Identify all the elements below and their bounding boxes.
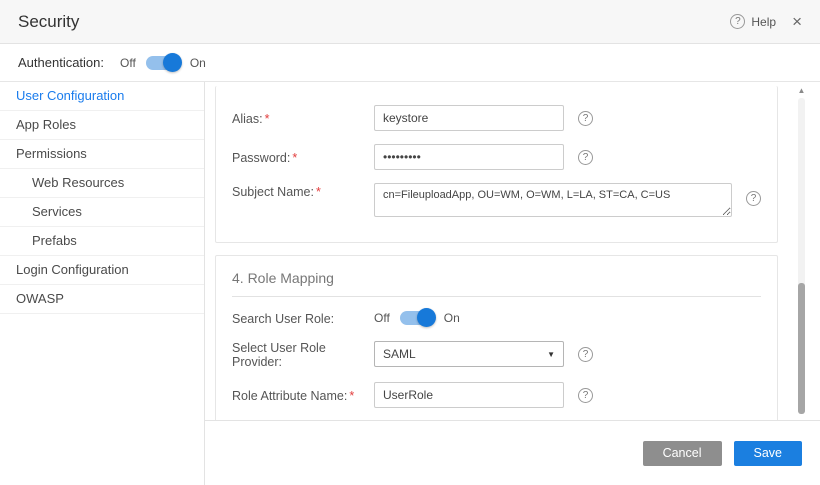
subject-name-row: Subject Name:* cn=FileuploadApp, OU=WM, … xyxy=(232,183,761,217)
sidebar-item-owasp[interactable]: OWASP xyxy=(0,285,204,314)
selected-provider-value: SAML xyxy=(383,347,416,361)
action-footer: Cancel Save xyxy=(205,421,820,485)
close-icon[interactable]: × xyxy=(792,13,802,30)
security-window: Security ? Help × Authentication: Off On… xyxy=(0,0,820,485)
sidebar-item-user-configuration[interactable]: User Configuration xyxy=(0,82,204,111)
sidebar-item-permissions[interactable]: Permissions xyxy=(0,140,204,169)
content-area: Alias:* ? Password:* ? Subject Name:* cn… xyxy=(205,82,820,485)
auth-off-label: Off xyxy=(120,56,136,70)
authentication-toggle[interactable] xyxy=(146,56,180,70)
toggle-knob xyxy=(417,308,436,327)
alias-help-icon[interactable]: ? xyxy=(578,111,593,126)
sidebar-item-services[interactable]: Services xyxy=(0,198,204,227)
sidebar-item-app-roles[interactable]: App Roles xyxy=(0,111,204,140)
role-provider-row: Select User Role Provider: SAML ▼ ? xyxy=(232,339,761,369)
toggle-knob xyxy=(163,53,182,72)
password-row: Password:* ? xyxy=(232,144,761,170)
scrollbar-thumb[interactable] xyxy=(798,283,805,414)
role-attribute-help-icon[interactable]: ? xyxy=(578,388,593,403)
help-label: Help xyxy=(751,15,776,29)
sidebar: User Configuration App Roles Permissions… xyxy=(0,82,205,485)
sidebar-item-prefabs[interactable]: Prefabs xyxy=(0,227,204,256)
page-title: Security xyxy=(18,12,79,32)
subject-name-textarea[interactable]: cn=FileuploadApp, OU=WM, O=WM, L=LA, ST=… xyxy=(374,183,732,217)
role-attribute-input[interactable] xyxy=(374,382,564,408)
search-role-off-label: Off xyxy=(374,311,390,325)
user-role-provider-select[interactable]: SAML ▼ xyxy=(374,341,564,367)
search-role-on-label: On xyxy=(444,311,460,325)
required-marker: * xyxy=(316,185,321,199)
window-header: Security ? Help × xyxy=(0,0,820,44)
required-marker: * xyxy=(349,389,354,403)
alias-input[interactable] xyxy=(374,105,564,131)
authentication-bar: Authentication: Off On xyxy=(0,44,820,82)
auth-on-label: On xyxy=(190,56,206,70)
certificate-panel: Alias:* ? Password:* ? Subject Name:* cn… xyxy=(215,86,778,243)
role-attribute-label: Role Attribute Name:* xyxy=(232,387,374,403)
vertical-scrollbar: ▲ xyxy=(797,86,806,414)
chevron-down-icon: ▼ xyxy=(547,350,555,359)
form-scroll-area: Alias:* ? Password:* ? Subject Name:* cn… xyxy=(205,82,820,421)
password-help-icon[interactable]: ? xyxy=(578,150,593,165)
subject-name-label: Subject Name:* xyxy=(232,183,374,199)
role-mapping-panel: 4. Role Mapping Search User Role: Off On… xyxy=(215,255,778,421)
alias-row: Alias:* ? xyxy=(232,105,761,131)
role-provider-help-icon[interactable]: ? xyxy=(578,347,593,362)
required-marker: * xyxy=(265,112,270,126)
cancel-button[interactable]: Cancel xyxy=(643,441,722,466)
alias-label: Alias:* xyxy=(232,110,374,126)
scroll-up-icon[interactable]: ▲ xyxy=(797,86,806,96)
search-user-role-row: Search User Role: Off On xyxy=(232,310,761,326)
password-label: Password:* xyxy=(232,149,374,165)
role-provider-label: Select User Role Provider: xyxy=(232,339,374,369)
search-user-role-label: Search User Role: xyxy=(232,310,374,326)
required-marker: * xyxy=(292,151,297,165)
password-input[interactable] xyxy=(374,144,564,170)
role-mapping-section-title: 4. Role Mapping xyxy=(232,262,761,297)
save-button[interactable]: Save xyxy=(734,441,803,466)
help-button[interactable]: ? Help xyxy=(730,14,776,29)
authentication-label: Authentication: xyxy=(18,55,104,70)
help-icon: ? xyxy=(730,14,745,29)
sidebar-item-web-resources[interactable]: Web Resources xyxy=(0,169,204,198)
search-user-role-toggle[interactable] xyxy=(400,311,434,325)
sidebar-item-login-configuration[interactable]: Login Configuration xyxy=(0,256,204,285)
subject-name-help-icon[interactable]: ? xyxy=(746,191,761,206)
role-attribute-row: Role Attribute Name:* ? xyxy=(232,382,761,408)
